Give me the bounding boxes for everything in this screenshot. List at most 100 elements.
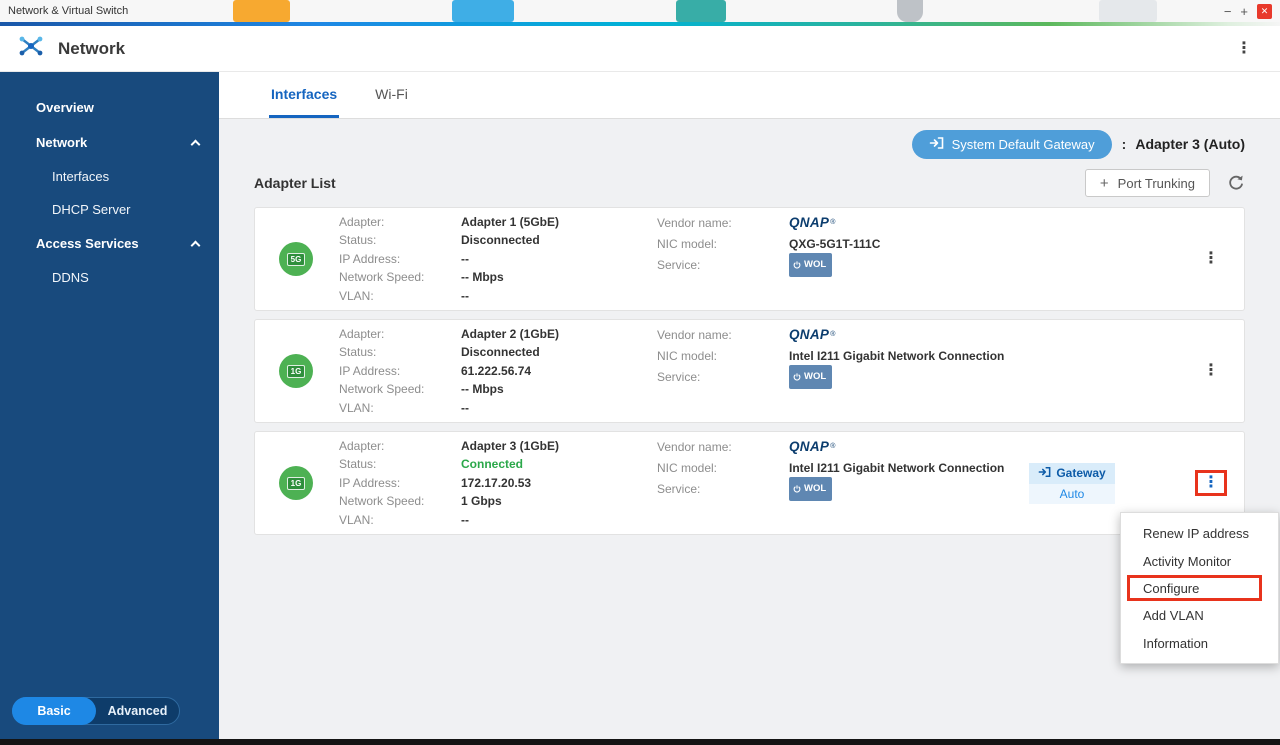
- plus-icon: +: [1100, 176, 1109, 191]
- chevron-up-icon: [191, 139, 201, 149]
- nic-model: Intel I211 Gigabit Network Connection: [789, 346, 1029, 367]
- nic-model: Intel I211 Gigabit Network Connection: [789, 458, 1029, 479]
- field-label: Adapter:: [339, 213, 461, 232]
- adapter-actions-menu-button[interactable]: ⋮: [1196, 359, 1226, 383]
- port-trunking-button[interactable]: + Port Trunking: [1085, 169, 1210, 197]
- default-gateway-value: Adapter 3 (Auto): [1135, 136, 1245, 152]
- app-header: Network ⋮: [0, 26, 1280, 72]
- adapter-actions-menu-button[interactable]: ⋮: [1196, 247, 1226, 271]
- field-label: Service:: [657, 479, 789, 500]
- mode-toggle: Basic Advanced: [12, 697, 180, 725]
- adapter-vlan: --: [461, 399, 657, 418]
- wol-badge: WOL: [789, 365, 832, 389]
- adapter-speed: -- Mbps: [461, 268, 657, 287]
- adapter-list-title: Adapter List: [254, 175, 336, 191]
- sidebar-item-dhcp-server[interactable]: DHCP Server: [0, 193, 219, 226]
- vendor-logo: QNAP®: [789, 213, 1029, 234]
- power-icon: [793, 261, 801, 269]
- adapter-status: Disconnected: [461, 231, 657, 250]
- system-default-gateway-button[interactable]: System Default Gateway: [912, 130, 1112, 159]
- service-cell: WOL: [789, 367, 1029, 388]
- field-label: Vendor name:: [657, 213, 789, 234]
- gateway-mode-link[interactable]: Auto: [1029, 484, 1115, 504]
- field-label: Vendor name:: [657, 437, 789, 458]
- tab-bar: Interfaces Wi-Fi: [219, 72, 1280, 119]
- sidebar-item-interfaces[interactable]: Interfaces: [0, 160, 219, 193]
- adapter-vlan: --: [461, 287, 657, 306]
- desktop-icon-remnant: [452, 0, 514, 22]
- refresh-button[interactable]: [1227, 174, 1245, 192]
- field-label: Status:: [339, 231, 461, 250]
- field-label: Adapter:: [339, 437, 461, 456]
- menu-item-information[interactable]: Information: [1121, 629, 1278, 657]
- menu-item-configure[interactable]: Configure: [1127, 575, 1262, 601]
- sidebar: Overview Network Interfaces DHCP Server …: [0, 72, 219, 739]
- field-label: Vendor name:: [657, 325, 789, 346]
- menu-item-add-vlan[interactable]: Add VLAN: [1121, 601, 1278, 629]
- adapter-name: Adapter 2 (1GbE): [461, 325, 657, 344]
- adapter-ip: 61.222.56.74: [461, 362, 657, 381]
- field-label: NIC model:: [657, 458, 789, 479]
- adapter-speed-icon: 1G: [279, 354, 313, 388]
- minimize-button[interactable]: −: [1224, 4, 1232, 19]
- advanced-mode-button[interactable]: Advanced: [96, 704, 179, 718]
- field-label: Network Speed:: [339, 380, 461, 399]
- tab-wifi[interactable]: Wi-Fi: [373, 72, 410, 118]
- field-label: Service:: [657, 255, 789, 276]
- sidebar-item-ddns[interactable]: DDNS: [0, 261, 219, 294]
- adapter-name: Adapter 3 (1GbE): [461, 437, 657, 456]
- page-title: Network: [58, 39, 125, 59]
- basic-mode-button[interactable]: Basic: [12, 697, 96, 725]
- desktop-icon-remnant: [1099, 0, 1157, 22]
- service-cell: WOL: [789, 479, 1029, 500]
- close-button[interactable]: ✕: [1257, 4, 1272, 19]
- vendor-logo: QNAP®: [789, 437, 1029, 458]
- gateway-badge: Gateway: [1029, 463, 1115, 484]
- adapter-vlan: --: [461, 511, 657, 530]
- desktop-icon-remnant: [233, 0, 290, 22]
- tab-interfaces[interactable]: Interfaces: [269, 72, 339, 118]
- field-label: Network Speed:: [339, 268, 461, 287]
- adapter-list: 5G Adapter: Adapter 1 (5GbE) Status: Dis…: [254, 207, 1245, 535]
- adapter-speed: 1 Gbps: [461, 492, 657, 511]
- sidebar-item-overview[interactable]: Overview: [0, 90, 219, 125]
- gateway-separator: :: [1122, 136, 1127, 152]
- field-label: IP Address:: [339, 250, 461, 269]
- gateway-status-cell: Gateway Auto: [1029, 463, 1115, 504]
- field-label: Service:: [657, 367, 789, 388]
- sidebar-group-access-services[interactable]: Access Services: [0, 226, 219, 261]
- maximize-button[interactable]: +: [1240, 4, 1248, 19]
- menu-item-renew-ip[interactable]: Renew IP address: [1121, 519, 1278, 547]
- gateway-icon: [929, 136, 944, 153]
- sidebar-group-network[interactable]: Network: [0, 125, 219, 160]
- power-icon: [793, 485, 801, 493]
- field-label: NIC model:: [657, 234, 789, 255]
- adapter-ip: 172.17.20.53: [461, 474, 657, 493]
- field-label: IP Address:: [339, 362, 461, 381]
- header-more-menu-button[interactable]: ⋮: [1228, 37, 1260, 61]
- desktop-icon-remnant: [897, 0, 923, 22]
- window-title: Network & Virtual Switch: [8, 5, 128, 17]
- refresh-icon: [1227, 174, 1245, 192]
- field-label: Status:: [339, 455, 461, 474]
- vendor-logo: QNAP®: [789, 325, 1029, 346]
- system-default-gateway-row: System Default Gateway : Adapter 3 (Auto…: [254, 129, 1245, 159]
- field-label: NIC model:: [657, 346, 789, 367]
- adapter-card-3: 1G Adapter: Adapter 3 (1GbE) Status: Con…: [254, 431, 1245, 535]
- field-label: Adapter:: [339, 325, 461, 344]
- adapter-speed-icon: 5G: [279, 242, 313, 276]
- network-app-icon: [18, 33, 44, 64]
- adapter-status: Connected: [461, 455, 657, 474]
- gateway-icon: [1038, 466, 1051, 481]
- nic-model: QXG-5G1T-111C: [789, 234, 1029, 255]
- menu-item-activity-monitor[interactable]: Activity Monitor: [1121, 547, 1278, 575]
- adapter-speed: -- Mbps: [461, 380, 657, 399]
- field-label: Status:: [339, 343, 461, 362]
- adapter-context-menu: Renew IP address Activity Monitor Config…: [1120, 512, 1279, 664]
- adapter-toolbar: Adapter List + Port Trunking: [254, 169, 1245, 197]
- wol-badge: WOL: [789, 477, 832, 501]
- annotation-highlight-kebab: ⋮: [1195, 470, 1227, 496]
- wol-badge: WOL: [789, 253, 832, 277]
- adapter-actions-menu-button[interactable]: ⋮: [1198, 473, 1224, 493]
- adapter-card-1: 5G Adapter: Adapter 1 (5GbE) Status: Dis…: [254, 207, 1245, 311]
